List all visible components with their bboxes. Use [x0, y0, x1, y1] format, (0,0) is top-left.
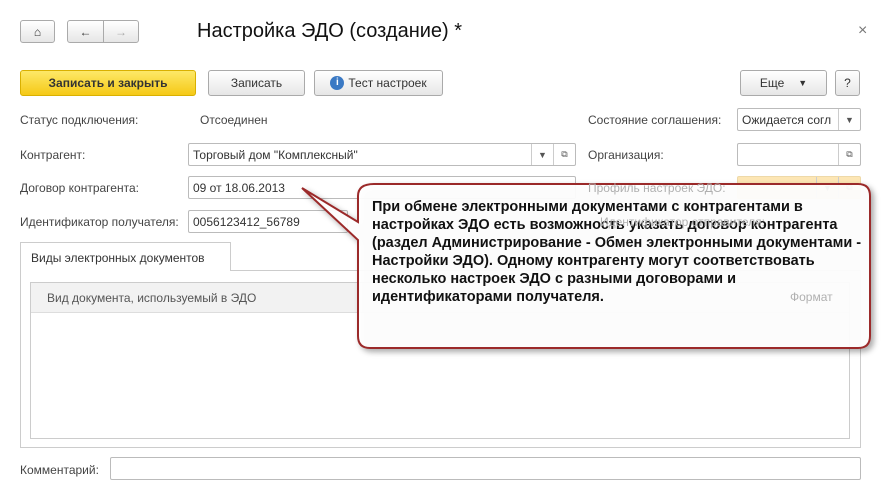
save-and-close-button[interactable]: Записать и закрыть	[20, 70, 196, 96]
chevron-down-icon[interactable]: ▼	[838, 109, 860, 130]
agreement-select[interactable]: Ожидается согл ▼	[737, 108, 861, 131]
organization-field[interactable]: ⧉	[737, 143, 861, 166]
counterparty-value: Торговый дом "Комплексный"	[193, 147, 358, 162]
chevron-down-icon[interactable]: ▼	[531, 144, 553, 165]
page-title: Настройка ЭДО (создание) *	[197, 20, 463, 42]
open-icon[interactable]: ⧉	[553, 144, 575, 165]
home-button[interactable]: ⌂	[20, 20, 55, 43]
recipient-label: Идентификатор получателя:	[20, 215, 179, 229]
test-settings-label: Тест настроек	[348, 76, 427, 90]
arrow-left-icon: ←	[79, 24, 92, 39]
contract-value: 09 от 18.06.2013	[193, 180, 285, 195]
close-icon[interactable]: ×	[858, 22, 867, 40]
recipient-value: 0056123412_56789	[193, 214, 300, 229]
forward-button[interactable]: →	[103, 20, 139, 43]
back-button[interactable]: ←	[67, 20, 104, 43]
counterparty-label: Контрагент:	[20, 148, 86, 162]
comment-field[interactable]	[110, 457, 861, 480]
contract-label: Договор контрагента:	[20, 181, 139, 195]
counterparty-field[interactable]: Торговый дом "Комплексный" ▼ ⧉	[188, 143, 576, 166]
tab-document-types[interactable]: Виды электронных документов	[20, 242, 231, 271]
profile-field[interactable]: ▼ ⧉	[737, 176, 861, 199]
status-value: Отсоединен	[200, 113, 268, 127]
info-icon: i	[330, 76, 345, 90]
chevron-down-icon: ▼	[798, 78, 808, 88]
arrow-right-icon: →	[115, 24, 127, 39]
more-button[interactable]: Еще ▼	[740, 70, 827, 96]
save-button[interactable]: Записать	[208, 70, 305, 96]
chevron-down-icon[interactable]: ▼	[816, 177, 838, 198]
agreement-label: Состояние соглашения:	[588, 113, 722, 127]
more-label: Еще	[759, 76, 785, 90]
sender-label: Идентификатор отправителя:	[600, 215, 765, 229]
comment-label: Комментарий:	[20, 463, 99, 477]
help-button[interactable]: ?	[835, 70, 860, 96]
organization-label: Организация:	[588, 148, 664, 162]
agreement-value: Ожидается согл	[742, 112, 832, 127]
recipient-field[interactable]: 0056123412_56789	[188, 210, 348, 233]
status-label: Статус подключения:	[20, 113, 139, 127]
contract-field[interactable]: 09 от 18.06.2013	[188, 176, 576, 199]
column-header-doc-type[interactable]: Вид документа, используемый в ЭДО	[47, 291, 256, 305]
column-header-format[interactable]: Формат	[790, 290, 833, 304]
tab-label: Виды электронных документов	[31, 251, 205, 265]
home-icon: ⌂	[33, 24, 42, 39]
open-icon[interactable]: ⧉	[838, 144, 860, 165]
profile-label: Профиль настроек ЭДО:	[588, 181, 726, 195]
open-icon[interactable]: ⧉	[838, 177, 860, 198]
test-settings-button[interactable]: i Тест настроек	[314, 70, 443, 96]
